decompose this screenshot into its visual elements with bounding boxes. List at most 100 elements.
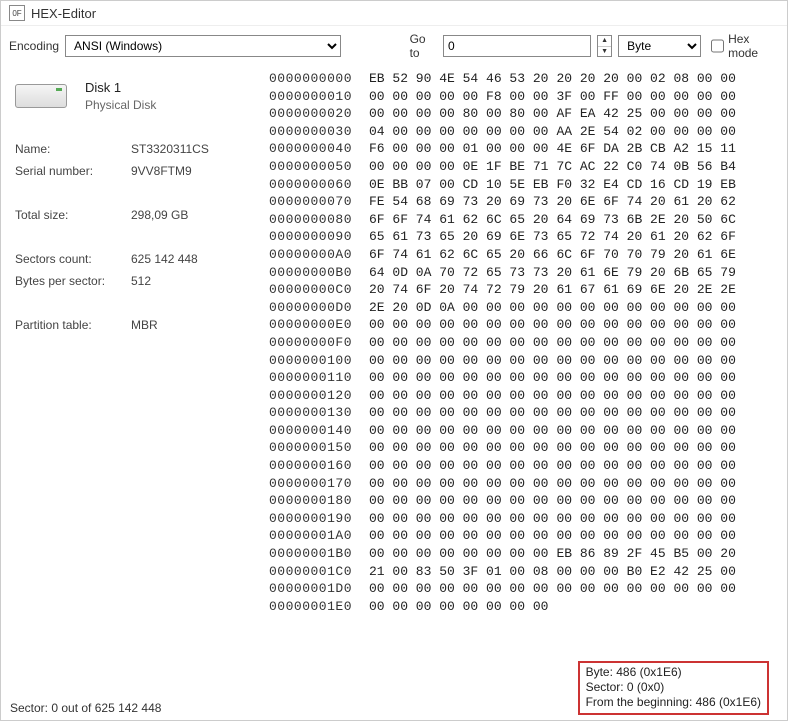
hex-row[interactable]: 000000013000 00 00 00 00 00 00 0000 00 0… <box>269 404 787 422</box>
chevron-down-icon[interactable]: ▼ <box>598 47 611 57</box>
hex-bytes-b[interactable]: 20 20 20 00 02 08 00 00 <box>548 70 735 88</box>
hexmode-checkbox[interactable]: Hex mode <box>711 32 779 60</box>
hex-row[interactable]: 00000000E000 00 00 00 00 00 00 0000 00 0… <box>269 316 787 334</box>
hex-row[interactable]: 000000011000 00 00 00 00 00 00 0000 00 0… <box>269 369 787 387</box>
hex-row[interactable]: 000000018000 00 00 00 00 00 00 0000 00 0… <box>269 492 787 510</box>
hex-bytes-b[interactable]: 00 00 00 00 00 00 00 00 <box>548 475 735 493</box>
hex-row[interactable]: 000000019000 00 00 00 00 00 00 0000 00 0… <box>269 510 787 528</box>
hex-bytes-a[interactable]: 00 00 00 00 00 F8 00 00 <box>361 88 548 106</box>
goto-spinner[interactable]: ▲ ▼ <box>597 35 612 57</box>
hex-bytes-a[interactable]: 20 74 6F 20 74 72 79 20 <box>361 281 548 299</box>
hex-bytes-b[interactable]: 00 00 00 00 00 00 00 00 <box>548 316 735 334</box>
hex-bytes-b[interactable]: 00 00 00 00 00 00 00 00 <box>548 387 735 405</box>
hex-row[interactable]: 0000000000EB 52 90 4E 54 46 53 2020 20 2… <box>269 70 787 88</box>
encoding-select[interactable]: ANSI (Windows) <box>65 35 341 57</box>
hex-bytes-b[interactable]: EB 86 89 2F 45 B5 00 20 <box>548 545 735 563</box>
hex-row[interactable]: 000000001000 00 00 00 00 F8 00 003F 00 F… <box>269 88 787 106</box>
hex-bytes-b[interactable]: 00 00 00 00 00 00 00 00 <box>548 439 735 457</box>
hex-row[interactable]: 000000017000 00 00 00 00 00 00 0000 00 0… <box>269 475 787 493</box>
hex-bytes-a[interactable]: 0E BB 07 00 CD 10 5E EB <box>361 176 548 194</box>
hex-row[interactable]: 00000001B000 00 00 00 00 00 00 00EB 86 8… <box>269 545 787 563</box>
hex-row[interactable]: 000000014000 00 00 00 00 00 00 0000 00 0… <box>269 422 787 440</box>
hex-bytes-b[interactable]: 00 00 00 00 00 00 00 00 <box>548 352 735 370</box>
hex-row[interactable]: 00000000B064 0D 0A 70 72 65 73 7320 61 6… <box>269 264 787 282</box>
hex-row[interactable]: 000000010000 00 00 00 00 00 00 0000 00 0… <box>269 352 787 370</box>
hex-bytes-a[interactable]: 00 00 00 00 00 00 00 00 <box>361 316 548 334</box>
hex-bytes-b[interactable]: 64 69 73 6B 2E 20 50 6C <box>548 211 735 229</box>
hex-row[interactable]: 000000009065 61 73 65 20 69 6E 7365 72 7… <box>269 228 787 246</box>
hex-bytes-b[interactable]: 00 00 00 00 00 00 00 00 <box>548 299 735 317</box>
hex-bytes-b[interactable]: 6C 6F 70 70 79 20 61 6E <box>548 246 735 264</box>
hex-bytes-a[interactable]: 04 00 00 00 00 00 00 00 <box>361 123 548 141</box>
hex-bytes-b[interactable]: 3F 00 FF 00 00 00 00 00 <box>548 88 735 106</box>
hex-bytes-a[interactable]: 64 0D 0A 70 72 65 73 73 <box>361 264 548 282</box>
hex-bytes-b[interactable]: AF EA 42 25 00 00 00 00 <box>548 105 735 123</box>
hex-bytes-a[interactable]: 00 00 00 00 00 00 00 00 <box>361 422 548 440</box>
hex-bytes-a[interactable]: 00 00 00 00 00 00 00 00 <box>361 369 548 387</box>
hex-bytes-a[interactable]: 00 00 00 00 00 00 00 00 <box>361 492 548 510</box>
hex-row[interactable]: 000000003004 00 00 00 00 00 00 00AA 2E 5… <box>269 123 787 141</box>
hex-row[interactable]: 00000000F000 00 00 00 00 00 00 0000 00 0… <box>269 334 787 352</box>
hex-bytes-a[interactable]: 00 00 00 00 00 00 00 00 <box>361 580 548 598</box>
hex-bytes-a[interactable]: 00 00 00 00 00 00 00 00 <box>361 598 548 616</box>
hex-bytes-b[interactable]: 00 00 00 00 00 00 00 00 <box>548 510 735 528</box>
hex-bytes-b[interactable]: 00 00 00 00 00 00 00 00 <box>548 404 735 422</box>
hex-row[interactable]: 000000002000 00 00 00 80 00 80 00AF EA 4… <box>269 105 787 123</box>
hex-bytes-a[interactable]: FE 54 68 69 73 20 69 73 <box>361 193 548 211</box>
hex-bytes-b[interactable]: 00 00 00 00 00 00 00 00 <box>548 334 735 352</box>
hex-bytes-b[interactable]: 4E 6F DA 2B CB A2 15 11 <box>548 140 735 158</box>
hexmode-checkbox-input[interactable] <box>711 39 724 53</box>
hex-bytes-b[interactable]: 65 72 74 20 61 20 62 6F <box>548 228 735 246</box>
hex-row[interactable]: 00000001E000 00 00 00 00 00 00 00 <box>269 598 787 616</box>
hex-row[interactable]: 000000012000 00 00 00 00 00 00 0000 00 0… <box>269 387 787 405</box>
hex-bytes-a[interactable]: 21 00 83 50 3F 01 00 08 <box>361 563 548 581</box>
hex-bytes-a[interactable]: 2E 20 0D 0A 00 00 00 00 <box>361 299 548 317</box>
hex-row[interactable]: 00000000D02E 20 0D 0A 00 00 00 0000 00 0… <box>269 299 787 317</box>
hex-bytes-a[interactable]: 00 00 00 00 00 00 00 00 <box>361 510 548 528</box>
hex-bytes-a[interactable]: F6 00 00 00 01 00 00 00 <box>361 140 548 158</box>
hex-bytes-a[interactable]: 6F 6F 74 61 62 6C 65 20 <box>361 211 548 229</box>
hex-bytes-b[interactable] <box>548 598 735 616</box>
hex-bytes-a[interactable]: 65 61 73 65 20 69 6E 73 <box>361 228 548 246</box>
hex-bytes-b[interactable]: 00 00 00 00 00 00 00 00 <box>548 369 735 387</box>
hex-bytes-a[interactable]: 00 00 00 00 00 00 00 00 <box>361 404 548 422</box>
hex-row[interactable]: 0000000040F6 00 00 00 01 00 00 004E 6F D… <box>269 140 787 158</box>
hex-bytes-b[interactable]: 00 00 00 00 00 00 00 00 <box>548 457 735 475</box>
hex-area[interactable]: 0000000000EB 52 90 4E 54 46 53 2020 20 2… <box>269 70 787 615</box>
chevron-up-icon[interactable]: ▲ <box>598 36 611 47</box>
hex-bytes-a[interactable]: 00 00 00 00 80 00 80 00 <box>361 105 548 123</box>
hex-bytes-a[interactable]: 00 00 00 00 00 00 00 00 <box>361 527 548 545</box>
hex-bytes-b[interactable]: 00 00 00 00 00 00 00 00 <box>548 527 735 545</box>
hex-bytes-a[interactable]: 00 00 00 00 00 00 00 00 <box>361 352 548 370</box>
hex-bytes-a[interactable]: 00 00 00 00 00 00 00 00 <box>361 387 548 405</box>
hex-bytes-b[interactable]: 61 67 61 69 6E 20 2E 2E <box>548 281 735 299</box>
hex-bytes-a[interactable]: 00 00 00 00 00 00 00 00 <box>361 439 548 457</box>
hex-bytes-b[interactable]: 00 00 00 00 00 00 00 00 <box>548 580 735 598</box>
hex-row[interactable]: 000000005000 00 00 00 0E 1F BE 717C AC 2… <box>269 158 787 176</box>
hex-bytes-a[interactable]: 00 00 00 00 00 00 00 00 <box>361 545 548 563</box>
hex-bytes-a[interactable]: 6F 74 61 62 6C 65 20 66 <box>361 246 548 264</box>
hex-bytes-a[interactable]: EB 52 90 4E 54 46 53 20 <box>361 70 548 88</box>
hex-bytes-b[interactable]: AA 2E 54 02 00 00 00 00 <box>548 123 735 141</box>
hex-bytes-b[interactable]: 7C AC 22 C0 74 0B 56 B4 <box>548 158 735 176</box>
hex-row[interactable]: 000000016000 00 00 00 00 00 00 0000 00 0… <box>269 457 787 475</box>
hex-bytes-b[interactable]: 20 6E 6F 74 20 61 20 62 <box>548 193 735 211</box>
hex-row[interactable]: 00000000C020 74 6F 20 74 72 79 2061 67 6… <box>269 281 787 299</box>
hex-row[interactable]: 0000000070FE 54 68 69 73 20 69 7320 6E 6… <box>269 193 787 211</box>
hex-bytes-b[interactable]: F0 32 E4 CD 16 CD 19 EB <box>548 176 735 194</box>
hex-bytes-a[interactable]: 00 00 00 00 00 00 00 00 <box>361 457 548 475</box>
unit-select[interactable]: Byte <box>618 35 701 57</box>
hex-bytes-b[interactable]: 20 61 6E 79 20 6B 65 79 <box>548 264 735 282</box>
hex-bytes-b[interactable]: 00 00 00 B0 E2 42 25 00 <box>548 563 735 581</box>
hex-row[interactable]: 00000000A06F 74 61 62 6C 65 20 666C 6F 7… <box>269 246 787 264</box>
hex-row[interactable]: 00000000806F 6F 74 61 62 6C 65 2064 69 7… <box>269 211 787 229</box>
hex-row[interactable]: 000000015000 00 00 00 00 00 00 0000 00 0… <box>269 439 787 457</box>
hex-bytes-a[interactable]: 00 00 00 00 0E 1F BE 71 <box>361 158 548 176</box>
hex-bytes-a[interactable]: 00 00 00 00 00 00 00 00 <box>361 334 548 352</box>
goto-input[interactable] <box>443 35 591 57</box>
hex-row[interactable]: 00000001A000 00 00 00 00 00 00 0000 00 0… <box>269 527 787 545</box>
hex-bytes-b[interactable]: 00 00 00 00 00 00 00 00 <box>548 422 735 440</box>
hex-row[interactable]: 00000000600E BB 07 00 CD 10 5E EBF0 32 E… <box>269 176 787 194</box>
hex-row[interactable]: 00000001C021 00 83 50 3F 01 00 0800 00 0… <box>269 563 787 581</box>
hex-bytes-b[interactable]: 00 00 00 00 00 00 00 00 <box>548 492 735 510</box>
